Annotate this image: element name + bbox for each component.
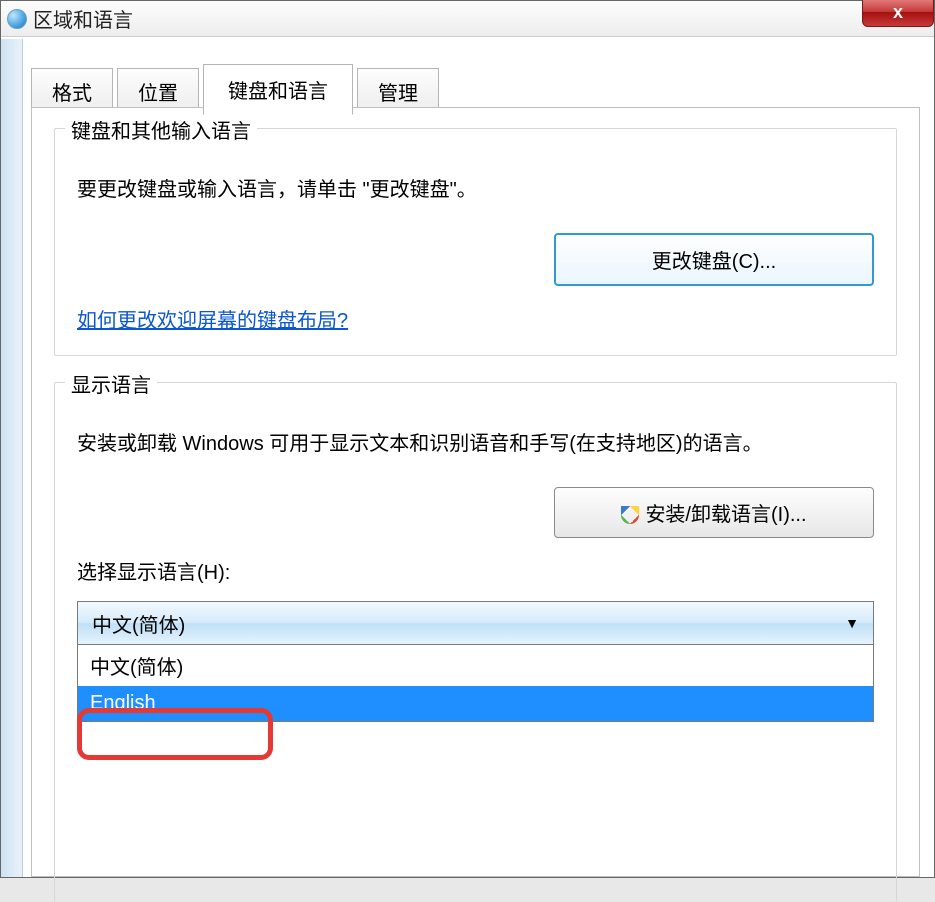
combobox-value: 中文(简体) (92, 609, 185, 638)
install-btn-label: 安装/卸载语言(I)... (645, 504, 806, 526)
titlebar: 区域和语言 x (1, 1, 934, 37)
change-keyboard-button[interactable]: 更改键盘(C)... (554, 233, 874, 286)
dropdown-option-en[interactable]: English (78, 686, 873, 721)
group-keyboard-input: 键盘和其他输入语言 要更改键盘或输入语言，请单击 "更改键盘"。 更改键盘(C)… (54, 128, 897, 356)
tab-panel: 键盘和其他输入语言 要更改键盘或输入语言，请单击 "更改键盘"。 更改键盘(C)… (31, 107, 920, 877)
keyboard-desc: 要更改键盘或输入语言，请单击 "更改键盘"。 (77, 175, 874, 205)
change-keyboard-row: 更改键盘(C)... (77, 233, 874, 286)
display-language-combobox[interactable]: 中文(简体) ▼ (77, 601, 874, 645)
install-language-row: 安装/卸载语言(I)... (77, 487, 874, 538)
install-uninstall-language-button[interactable]: 安装/卸载语言(I)... (554, 487, 874, 538)
chevron-down-icon: ▼ (845, 615, 859, 631)
close-button[interactable]: x (862, 0, 934, 27)
welcome-keyboard-link[interactable]: 如何更改欢迎屏幕的键盘布局? (77, 310, 348, 332)
select-display-language-label: 选择显示语言(H): (77, 556, 874, 585)
group-keyboard-legend: 键盘和其他输入语言 (65, 115, 257, 144)
globe-icon (7, 9, 27, 29)
window-frame-left (1, 39, 23, 877)
display-desc: 安装或卸载 Windows 可用于显示文本和识别语音和手写(在支持地区)的语言。 (77, 429, 874, 459)
group-display-legend: 显示语言 (65, 369, 157, 398)
display-language-dropdown: 中文(简体) English (77, 645, 874, 722)
region-language-window: 区域和语言 x 格式 位置 键盘和语言 管理 键盘和其他输入语言 要更改键盘或输… (0, 0, 935, 878)
dropdown-option-zh[interactable]: 中文(简体) (78, 645, 873, 686)
shield-icon (621, 506, 639, 524)
tab-keyboard-language[interactable]: 键盘和语言 (203, 64, 353, 115)
window-title: 区域和语言 (33, 4, 133, 33)
group-display-language: 显示语言 安装或卸载 Windows 可用于显示文本和识别语音和手写(在支持地区… (54, 382, 897, 902)
